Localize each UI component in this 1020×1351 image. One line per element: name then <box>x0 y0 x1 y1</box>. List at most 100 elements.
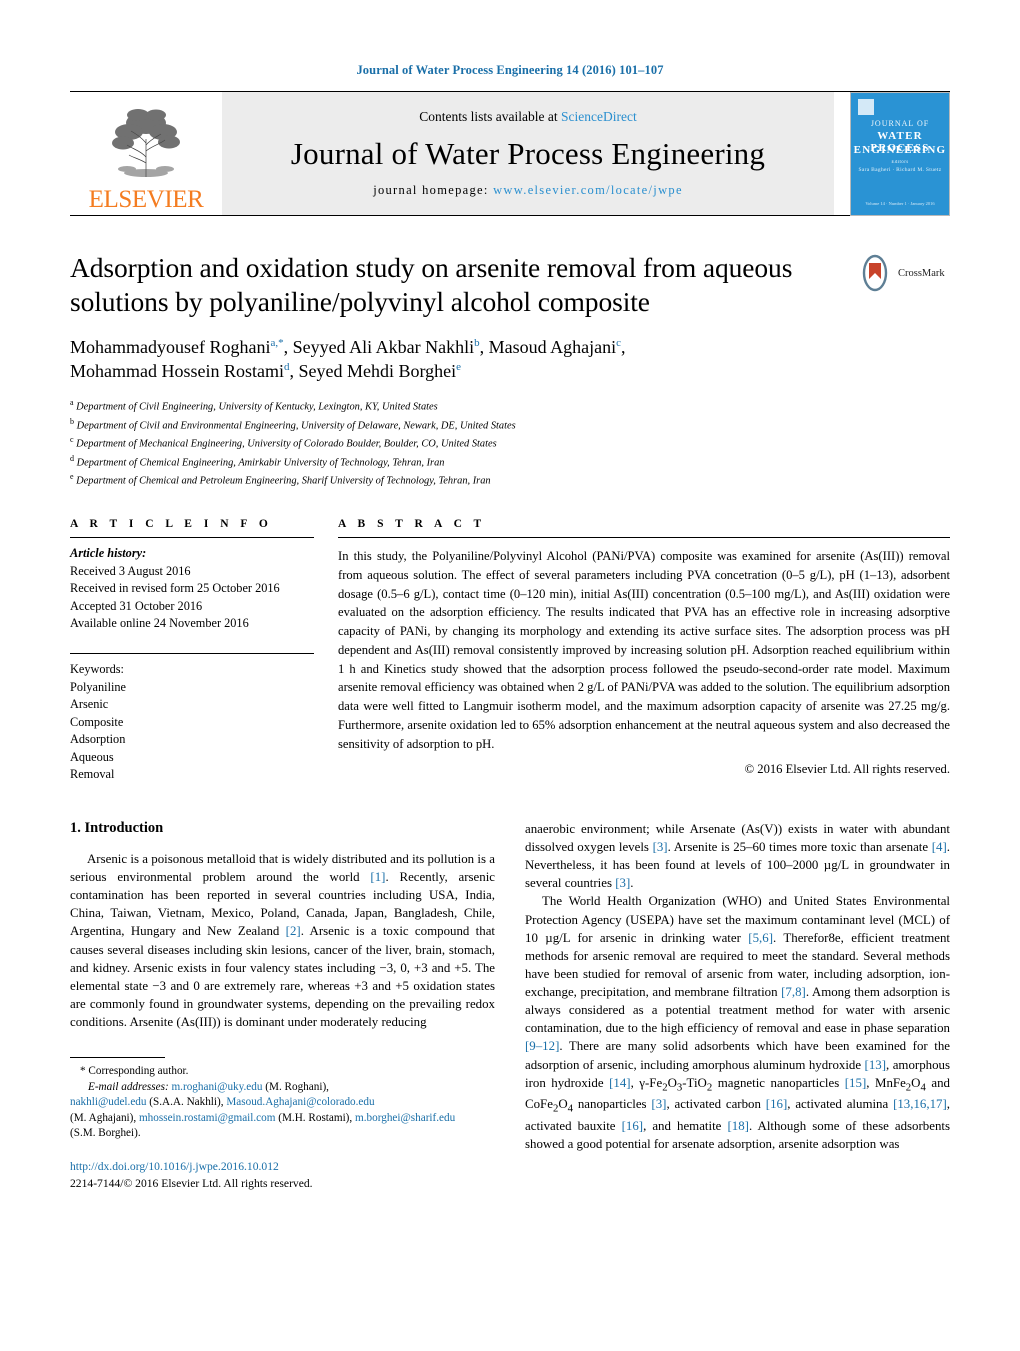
affiliation-mark: a <box>70 398 74 408</box>
footnote-block: * Corresponding author. E-mail addresses… <box>70 1064 495 1141</box>
corresponding-author-note: * Corresponding author. <box>80 1065 189 1078</box>
email-addresses-line: (M. Aghajani), mhossein.rostami@gmail.co… <box>70 1111 495 1126</box>
citation-ref[interactable]: [16] <box>622 1119 643 1133</box>
crossmark-badge[interactable]: CrossMark <box>856 253 950 293</box>
contents-prefix: Contents lists available at <box>419 109 561 124</box>
citation-ref[interactable]: [18] <box>727 1119 748 1133</box>
keyword-item: Adsorption <box>70 732 126 747</box>
affiliation-mark: e <box>70 472 74 482</box>
author-marks: b <box>474 337 480 350</box>
cover-line-5: Sara Bagheri · Richard M. Stuetz <box>858 167 942 173</box>
citation-ref[interactable]: [13,16,17] <box>893 1097 947 1111</box>
doi-link[interactable]: http://dx.doi.org/10.1016/j.jwpe.2016.10… <box>70 1160 279 1173</box>
email-owner: (M. Aghajani), <box>70 1111 137 1124</box>
affiliation-item: d Department of Chemical Engineering, Am… <box>70 453 950 472</box>
journal-cover-cell: JOURNAL OF WATER PROCESS ENGINEERING Edi… <box>842 92 950 216</box>
abstract-text: In this study, the Polyaniline/Polyvinyl… <box>338 549 950 751</box>
email-link[interactable]: Masoud.Aghajani@colorado.edu <box>226 1096 374 1108</box>
affiliation-text: Department of Mechanical Engineering, Un… <box>76 438 497 450</box>
keyword-item: Polyaniline <box>70 679 127 694</box>
affiliation-text: Department of Civil and Environmental En… <box>76 420 516 432</box>
citation-ref[interactable]: [13] <box>865 1058 886 1072</box>
author-name: Mohammadyousef Roghani <box>70 337 271 358</box>
citation-ref[interactable]: [3] <box>615 876 630 890</box>
journal-banner: Contents lists available at ScienceDirec… <box>222 92 834 215</box>
email-link[interactable]: m.roghani@uky.edu <box>171 1081 262 1093</box>
cover-footer: Volume 14 · Number 1 · January 2016 <box>865 201 935 206</box>
history-item: Received 3 August 2016 <box>70 563 191 578</box>
citation-ref[interactable]: [9–12] <box>525 1039 559 1053</box>
history-item: Available online 24 November 2016 <box>70 616 249 631</box>
citation-ref[interactable]: [14] <box>609 1076 630 1090</box>
article-history-block: Article history: Received 3 August 2016 … <box>70 538 314 633</box>
title-block: CrossMark Adsorption and oxidation study… <box>70 251 950 490</box>
affiliation-mark: d <box>70 453 74 463</box>
journal-masthead: ELSEVIER Contents lists available at Sci… <box>70 91 950 216</box>
crossmark-label: CrossMark <box>898 267 945 279</box>
email-label: E-mail addresses: <box>88 1080 169 1093</box>
email-owner: (S.A.A. Nakhli), <box>149 1096 224 1109</box>
author-marks: d <box>284 361 290 374</box>
journal-cover-thumbnail: JOURNAL OF WATER PROCESS ENGINEERING Edi… <box>850 92 950 216</box>
cover-logo-icon <box>858 99 874 115</box>
journal-title: Journal of Water Process Engineering <box>290 136 766 171</box>
author-name: Seyed Mehdi Borghei <box>298 361 457 382</box>
author-marks: a,* <box>270 337 284 350</box>
author-name: Mohammad Hossein Rostami <box>70 361 284 382</box>
crossmark-icon <box>856 254 894 292</box>
section-heading-introduction: 1. Introduction <box>70 819 164 836</box>
email-owner: (M.H. Rostami), <box>278 1111 353 1124</box>
affiliation-list: a Department of Civil Engineering, Unive… <box>70 397 950 490</box>
citation-ref[interactable]: [15] <box>845 1076 866 1090</box>
email-owner: (M. Roghani), <box>265 1080 329 1093</box>
abstract-heading: A B S T R A C T <box>338 518 486 531</box>
keyword-item: Aqueous <box>70 749 114 764</box>
author-name: Masoud Aghajani <box>488 337 617 358</box>
affiliation-text: Department of Civil Engineering, Univers… <box>76 401 438 413</box>
author-marks: e <box>456 361 462 374</box>
homepage-line: journal homepage: www.elsevier.com/locat… <box>373 183 683 198</box>
sciencedirect-link[interactable]: ScienceDirect <box>561 109 637 124</box>
affiliation-item: e Department of Chemical and Petroleum E… <box>70 471 950 490</box>
affiliation-mark: b <box>70 416 74 426</box>
citation-ref[interactable]: [5,6] <box>748 931 773 945</box>
paragraph: anaerobic environment; while Arsenate (A… <box>525 821 950 891</box>
article-history-label: Article history: <box>70 546 147 561</box>
body-right-column: anaerobic environment; while Arsenate (A… <box>525 820 950 1193</box>
citation-ref[interactable]: [2] <box>286 924 301 938</box>
running-head: Journal of Water Process Engineering 14 … <box>356 63 664 77</box>
citation-ref[interactable]: [3] <box>651 1097 666 1111</box>
citation-ref[interactable]: [1] <box>370 870 385 884</box>
email-owner: (S.M. Borghei). <box>70 1127 141 1140</box>
keyword-item: Composite <box>70 714 124 729</box>
doi-block: http://dx.doi.org/10.1016/j.jwpe.2016.10… <box>70 1159 495 1193</box>
page-title: Adsorption and oxidation study on arseni… <box>70 252 793 318</box>
affiliation-mark: c <box>70 435 74 445</box>
email-addresses-line: E-mail addresses: m.roghani@uky.edu (M. … <box>70 1080 495 1095</box>
citation-ref[interactable]: [16] <box>766 1097 787 1111</box>
article-info-heading: A R T I C L E I N F O <box>70 518 273 531</box>
elsevier-wordmark: ELSEVIER <box>88 186 204 213</box>
cover-line-3: ENGINEERING <box>853 144 947 156</box>
affiliation-text: Department of Chemical and Petroleum Eng… <box>76 475 491 487</box>
footnote-rule <box>70 1057 165 1059</box>
keyword-item: Arsenic <box>70 697 109 712</box>
contents-line: Contents lists available at ScienceDirec… <box>419 109 636 125</box>
footnote-area: * Corresponding author. E-mail addresses… <box>70 1057 495 1193</box>
affiliation-text: Department of Chemical Engineering, Amir… <box>76 457 445 469</box>
elsevier-tree-icon <box>112 109 180 177</box>
email-addresses-line: (S.M. Borghei). <box>70 1126 495 1141</box>
article-page: Journal of Water Process Engineering 14 … <box>0 0 1020 1351</box>
homepage-url-link[interactable]: www.elsevier.com/locate/jwpe <box>493 183 683 197</box>
citation-ref[interactable]: [3] <box>653 840 668 854</box>
email-link[interactable]: mhossein.rostami@gmail.com <box>139 1112 275 1124</box>
citation-ref[interactable]: [7,8] <box>781 985 806 999</box>
citation-ref[interactable]: [4] <box>932 840 947 854</box>
paragraph: The World Health Organization (WHO) and … <box>525 894 950 1152</box>
keywords-rule <box>70 652 314 654</box>
affiliation-item: a Department of Civil Engineering, Unive… <box>70 397 950 416</box>
email-link[interactable]: m.borghei@sharif.edu <box>355 1112 455 1124</box>
email-link[interactable]: nakhli@udel.edu <box>70 1096 146 1108</box>
author-name: Seyyed Ali Akbar Nakhli <box>292 337 475 358</box>
keywords-block: Keywords: Polyaniline Arsenic Composite … <box>70 646 314 784</box>
